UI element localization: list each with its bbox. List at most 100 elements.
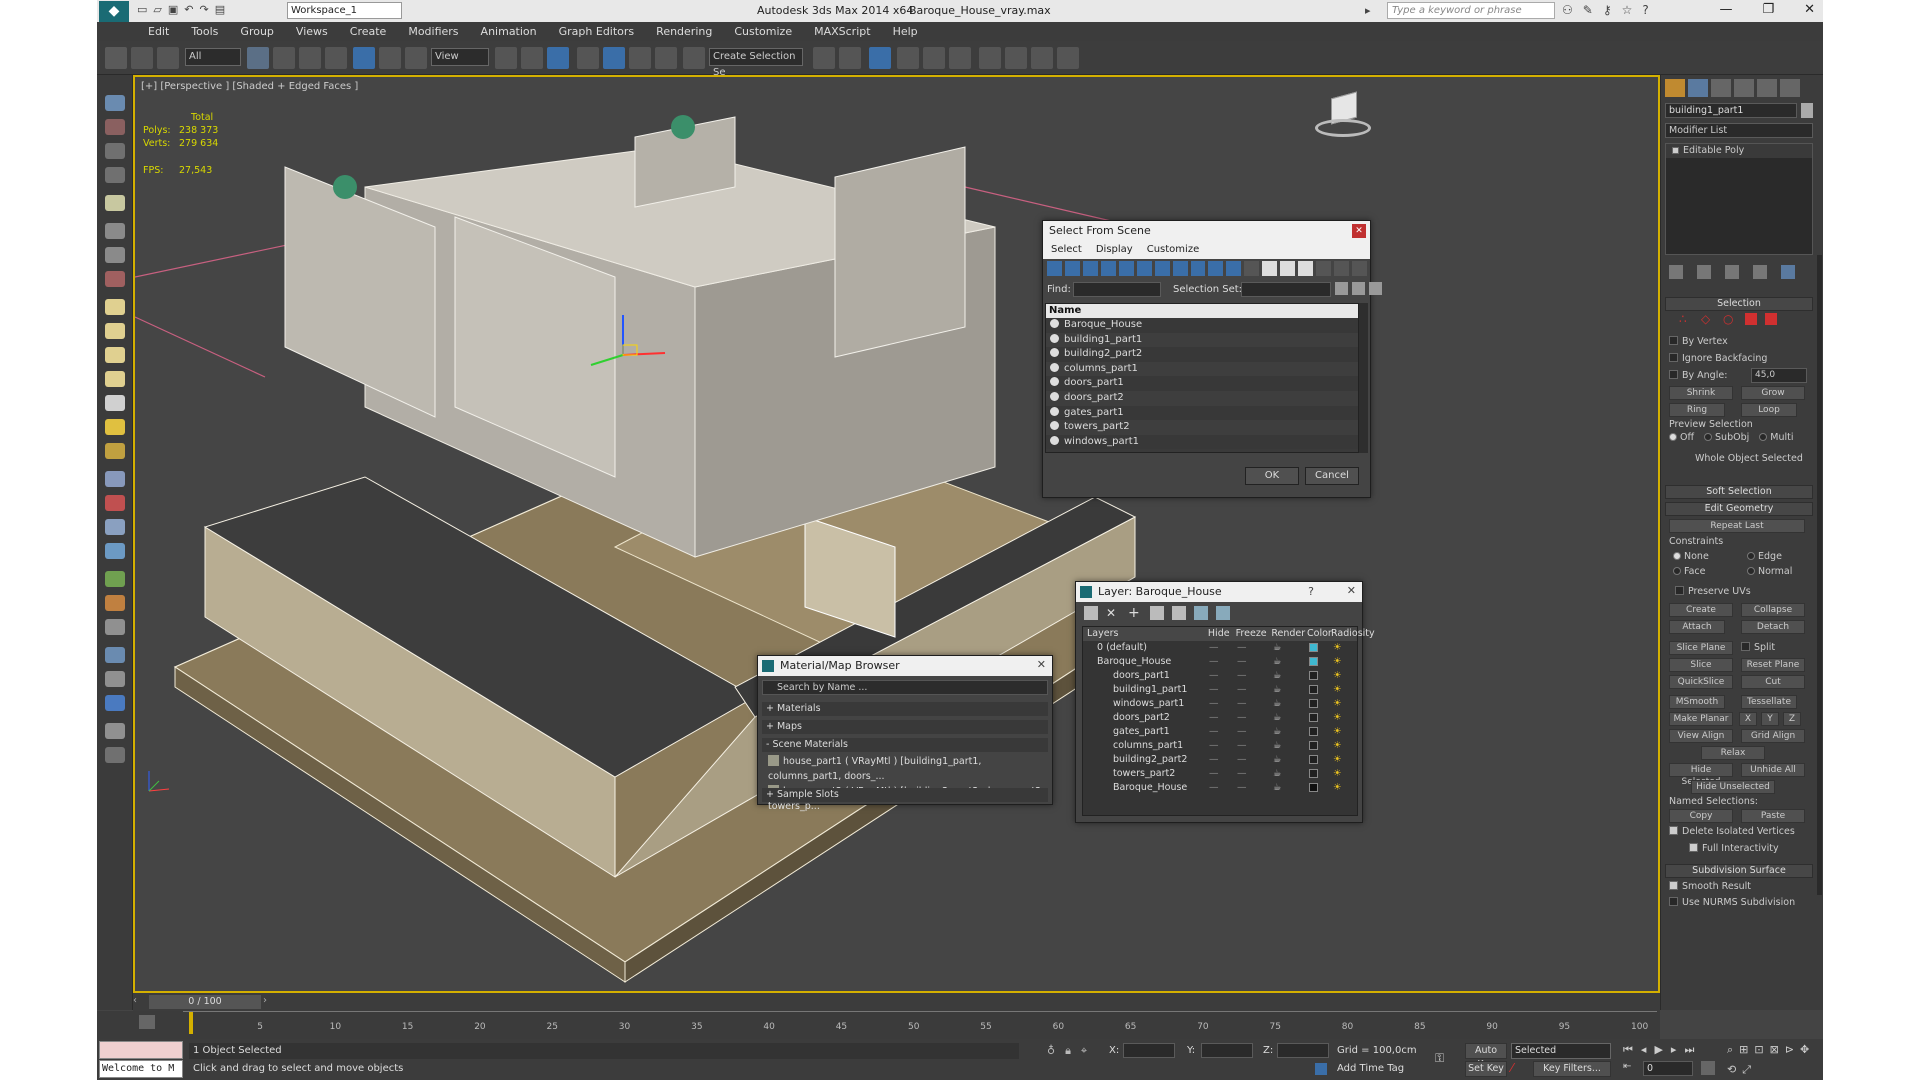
time-prev-icon[interactable]: ‹ [133,995,145,1009]
graphite-ribbon-icon[interactable] [897,47,919,69]
layer-row[interactable]: building1_part1— — ☕︎ ☀ [1083,683,1357,697]
teapot-render-icon[interactable]: ☕︎ [1273,767,1309,781]
planar-y-button[interactable]: Y [1761,712,1779,726]
edit-named-selection-icon[interactable] [683,47,705,69]
select-object-icon[interactable] [247,47,269,69]
element-mode-icon[interactable] [1765,313,1777,325]
layer-color-swatch[interactable] [1309,727,1318,736]
filter-funnel-icon[interactable] [1316,261,1331,276]
radiosity-icon[interactable]: ☀ [1333,641,1353,655]
zoom-all-icon[interactable]: ⊞ [1739,1043,1748,1057]
ring-button[interactable]: Ring [1669,403,1725,417]
scene-object-item[interactable]: building1_part1 [1046,332,1358,348]
absolute-mode-icon[interactable]: ⌖ [1081,1044,1087,1058]
menu-modifiers[interactable]: Modifiers [397,22,469,41]
filter-frozen-icon[interactable] [1226,261,1242,276]
scene-object-list[interactable]: Name Baroque_House building1_part1 buildin… [1045,303,1359,453]
viewport-icon-1[interactable] [105,95,125,111]
time-slider-thumb[interactable]: 0 / 100 [149,995,261,1009]
perspective-viewport[interactable]: [+] [Perspective ] [Shaded + Edged Faces… [133,75,1660,993]
layer-color-swatch[interactable] [1309,713,1318,722]
selection-set-dropdown[interactable] [1241,282,1331,297]
help-icon[interactable]: ? [1642,3,1648,17]
scene-object-item[interactable]: gates_part1 [1046,405,1358,421]
menu-help[interactable]: Help [882,22,929,41]
view-align-button[interactable]: View Align [1669,729,1733,743]
key-icon[interactable]: ⚷ [1603,3,1612,17]
utilities-tab-icon[interactable] [1780,79,1800,97]
menu-maxscript[interactable]: MAXScript [803,22,881,41]
sphere-primitive-icon[interactable] [105,323,125,339]
schematic-view-icon[interactable] [949,47,971,69]
configure-sets-icon[interactable] [1781,265,1795,279]
world-icon[interactable] [105,695,125,711]
msmooth-button[interactable]: MSmooth [1669,695,1725,709]
list-column-name[interactable]: Name [1046,304,1358,318]
y-coordinate-field[interactable] [1201,1043,1253,1058]
layer-color-swatch[interactable] [1309,741,1318,750]
shrink-button[interactable]: Shrink [1669,386,1733,400]
bind-space-warp-icon[interactable] [157,47,179,69]
filter-cameras-icon[interactable] [1100,261,1116,276]
col-layers[interactable]: Layers [1083,627,1208,641]
selection-lock-icon[interactable]: 🔒︎ [1065,1044,1071,1058]
layer-hide-toggle[interactable]: — [1209,697,1237,711]
filter-shapes-icon[interactable] [1064,261,1080,276]
layer-row[interactable]: windows_part1— — ☕︎ ☀ [1083,697,1357,711]
filter-containers-icon[interactable] [1208,261,1224,276]
filter-geometry-icon[interactable] [1047,261,1062,276]
select-move-icon[interactable] [353,47,375,69]
open-file-icon[interactable]: ▱ [153,3,161,19]
angle-value-input[interactable]: 45,0 [1751,368,1807,383]
radiosity-icon[interactable]: ☀ [1333,655,1353,669]
display-icon[interactable] [105,723,125,739]
sfs-menu-display[interactable]: Display [1096,241,1133,259]
set-add-icon[interactable] [1335,282,1348,295]
layer-color-swatch[interactable] [1309,685,1318,694]
paste-button[interactable]: Paste [1741,809,1805,823]
tool-icon-7[interactable] [105,247,125,263]
col-color[interactable]: Color [1307,627,1332,641]
hide-selected-button[interactable]: Hide Selected [1669,763,1733,787]
filter-spacewarps-icon[interactable] [1136,261,1152,276]
named-selection-dropdown[interactable]: Create Selection Se [709,48,803,78]
layer-freeze-toggle[interactable]: — [1237,739,1273,753]
smooth-result-option[interactable]: Smooth Result [1669,881,1751,892]
material-editor-icon[interactable] [979,47,1001,69]
menu-customize[interactable]: Customize [723,22,803,41]
current-frame-marker[interactable] [189,1012,193,1034]
ok-button[interactable]: OK [1245,467,1299,485]
freeze-all-layers-icon[interactable] [1216,606,1230,620]
key-mode-icon[interactable]: ⚿ [1435,1051,1455,1065]
close-icon[interactable]: ✕ [1804,2,1815,17]
scene-materials-section[interactable]: - Scene Materials [762,738,1048,752]
maps-section[interactable]: + Maps [762,720,1048,734]
by-vertex-option[interactable]: By Vertex [1669,333,1767,350]
selection-rollout-header[interactable]: Selection [1665,297,1813,311]
redo-icon[interactable]: ↷ [200,3,209,19]
vertex-mode-icon[interactable]: ∴ [1679,313,1693,325]
set-key-icon[interactable]: ⁄ [1511,1061,1527,1077]
layer-row[interactable]: building2_part2— — ☕︎ ☀ [1083,753,1357,767]
slice-button[interactable]: Slice [1669,658,1733,672]
preview-off-radio[interactable]: Off [1669,432,1694,443]
maximize-viewport-icon[interactable]: ⤢ [1742,1063,1751,1077]
relax-button[interactable]: Relax [1701,746,1765,760]
maxscript-listener-top[interactable] [99,1041,183,1059]
key-selection-dropdown[interactable]: Selected [1511,1043,1611,1059]
teapot-render-icon[interactable]: ☕︎ [1273,683,1309,697]
layer-freeze-toggle[interactable]: — [1237,711,1273,725]
search-arrow-icon[interactable]: ▸ [1365,4,1371,17]
layer-hide-toggle[interactable]: — [1209,641,1237,655]
layer-hide-toggle[interactable]: — [1209,753,1237,767]
find-input[interactable] [1073,282,1161,297]
layer-color-swatch[interactable] [1309,657,1318,666]
grid-align-button[interactable]: Grid Align [1741,729,1805,743]
preview-multi-radio[interactable]: Multi [1759,432,1794,443]
modifier-icon[interactable] [105,619,125,635]
filter-helpers-icon[interactable] [1118,261,1134,276]
add-time-tag[interactable]: Add Time Tag [1337,1063,1404,1074]
viewport-icon-3[interactable] [105,143,125,159]
detach-button[interactable]: Detach [1741,620,1805,634]
layer-row[interactable]: doors_part2— — ☕︎ ☀ [1083,711,1357,725]
